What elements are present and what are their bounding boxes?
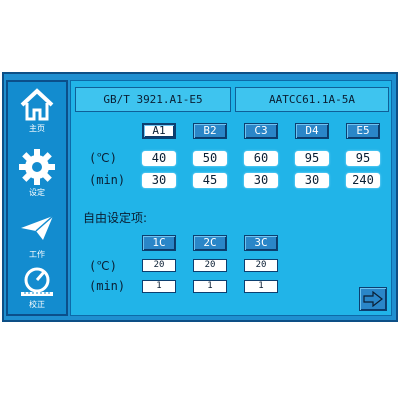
time-value-a1: 30 [142,173,176,188]
temp-value-e5: 95 [346,151,380,166]
free-temp-input-2c[interactable]: 20 [193,259,227,272]
temp-row-label: (℃) [89,151,117,165]
sidebar-item-home[interactable]: 主页 [8,88,66,133]
free-button-1c[interactable]: 1C [142,235,176,251]
program-button-a1[interactable]: A1 [142,123,176,139]
time-value-c3: 30 [244,173,278,188]
hmi-screen: 主页 设定 工作 校正 GB/T 3921.A1-E5 AATCC61.1A-5… [2,72,398,322]
sidebar-item-calibrate[interactable]: 校正 [8,266,66,309]
sidebar: 主页 设定 工作 校正 [6,80,68,316]
free-time-input-3c[interactable]: 1 [244,280,278,293]
sidebar-item-label: 设定 [29,188,45,197]
free-time-input-2c[interactable]: 1 [193,280,227,293]
gear-icon [19,149,55,185]
time-value-b2: 45 [193,173,227,188]
temp-value-d4: 95 [295,151,329,166]
free-time-input-1c[interactable]: 1 [142,280,176,293]
sidebar-item-settings[interactable]: 设定 [8,148,66,197]
sidebar-item-label: 校正 [29,300,45,309]
free-time-row-label: (min) [89,279,126,293]
temp-value-a1: 40 [142,151,176,166]
gauge-icon [21,267,53,296]
next-page-button[interactable] [359,287,387,311]
paper-plane-icon [21,215,54,240]
program-button-c3[interactable]: C3 [244,123,278,139]
program-button-e5[interactable]: E5 [346,123,380,139]
main-panel: GB/T 3921.A1-E5 AATCC61.1A-5A A1 B2 C3 D… [70,80,392,316]
free-button-2c[interactable]: 2C [193,235,227,251]
temp-value-b2: 50 [193,151,227,166]
home-icon [20,88,54,121]
free-temp-input-1c[interactable]: 20 [142,259,176,272]
program-button-d4[interactable]: D4 [295,123,329,139]
time-row-label: (min) [89,173,126,187]
sidebar-item-work[interactable]: 工作 [8,214,66,259]
arrow-right-icon [363,291,383,307]
free-temp-input-3c[interactable]: 20 [244,259,278,272]
time-value-e5: 240 [346,173,380,188]
tab-gb-t-3921[interactable]: GB/T 3921.A1-E5 [75,87,231,112]
free-button-3c[interactable]: 3C [244,235,278,251]
sidebar-item-label: 主页 [29,124,45,133]
free-temp-row-label: (℃) [89,259,117,273]
free-settings-title: 自由设定项: [83,211,148,225]
tab-aatcc61[interactable]: AATCC61.1A-5A [235,87,389,112]
program-button-b2[interactable]: B2 [193,123,227,139]
temp-value-c3: 60 [244,151,278,166]
time-value-d4: 30 [295,173,329,188]
sidebar-item-label: 工作 [29,250,45,259]
